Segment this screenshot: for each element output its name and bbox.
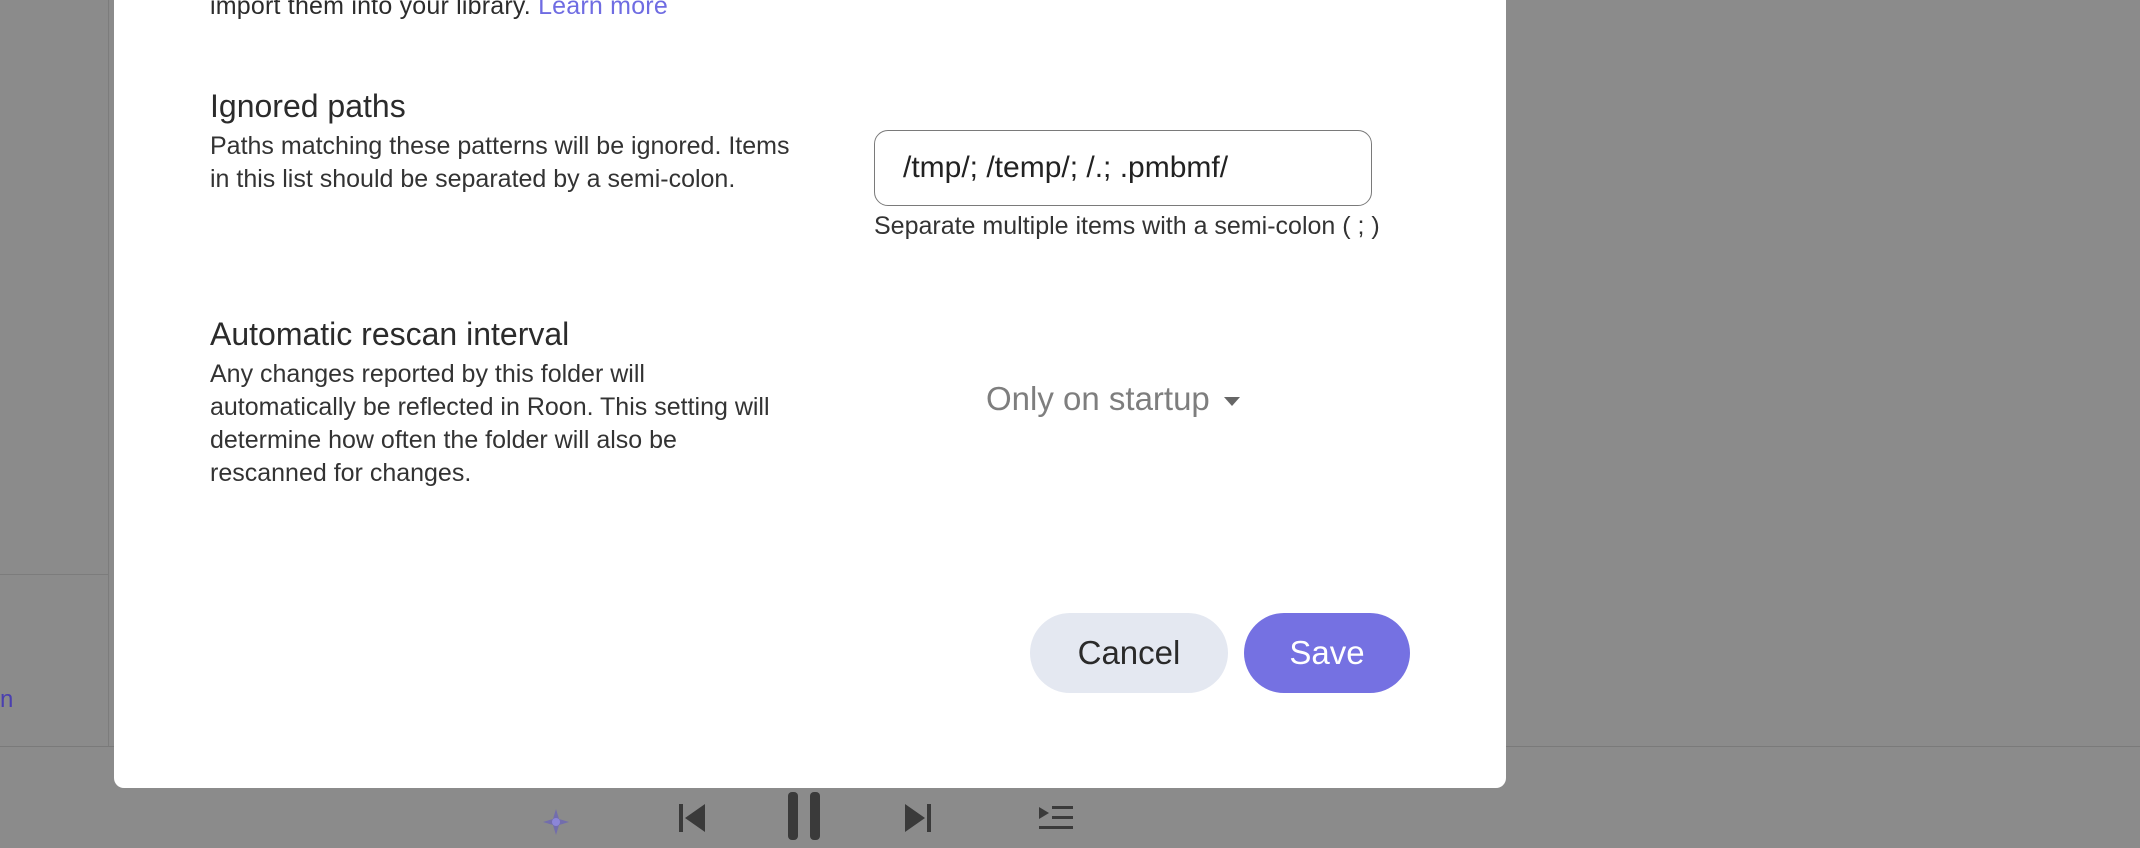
save-button[interactable]: Save	[1244, 613, 1410, 693]
cancel-button[interactable]: Cancel	[1030, 613, 1228, 693]
intro-text-body: import them into your library.	[210, 0, 531, 20]
ignored-paths-title: Ignored paths	[210, 88, 406, 124]
previous-track-icon[interactable]	[672, 798, 712, 838]
radiance-icon[interactable]	[536, 802, 576, 842]
chevron-down-icon	[1223, 396, 1240, 406]
rescan-interval-value: Only on startup	[986, 380, 1210, 417]
background-divider	[0, 574, 108, 575]
next-track-icon[interactable]	[898, 798, 938, 838]
ignored-paths-description: Paths matching these patterns will be ig…	[210, 132, 790, 193]
folder-settings-dialog: import them into your library. Learn mor…	[114, 0, 1506, 788]
ignored-paths-input[interactable]	[874, 130, 1372, 206]
rescan-interval-description: Any changes reported by this folder will…	[210, 360, 770, 487]
rescan-interval-title: Automatic rescan interval	[210, 316, 570, 352]
queue-icon[interactable]	[1036, 800, 1076, 836]
ignored-paths-help: Separate multiple items with a semi-colo…	[874, 212, 1380, 240]
intro-text: import them into your library. Learn mor…	[210, 0, 668, 21]
background-sidebar-link: n	[0, 686, 14, 713]
rescan-interval-dropdown[interactable]: Only on startup	[986, 380, 1240, 418]
background-sidebar-edge	[108, 0, 109, 746]
pause-icon[interactable]	[782, 790, 826, 842]
learn-more-link[interactable]: Learn more	[538, 0, 668, 20]
